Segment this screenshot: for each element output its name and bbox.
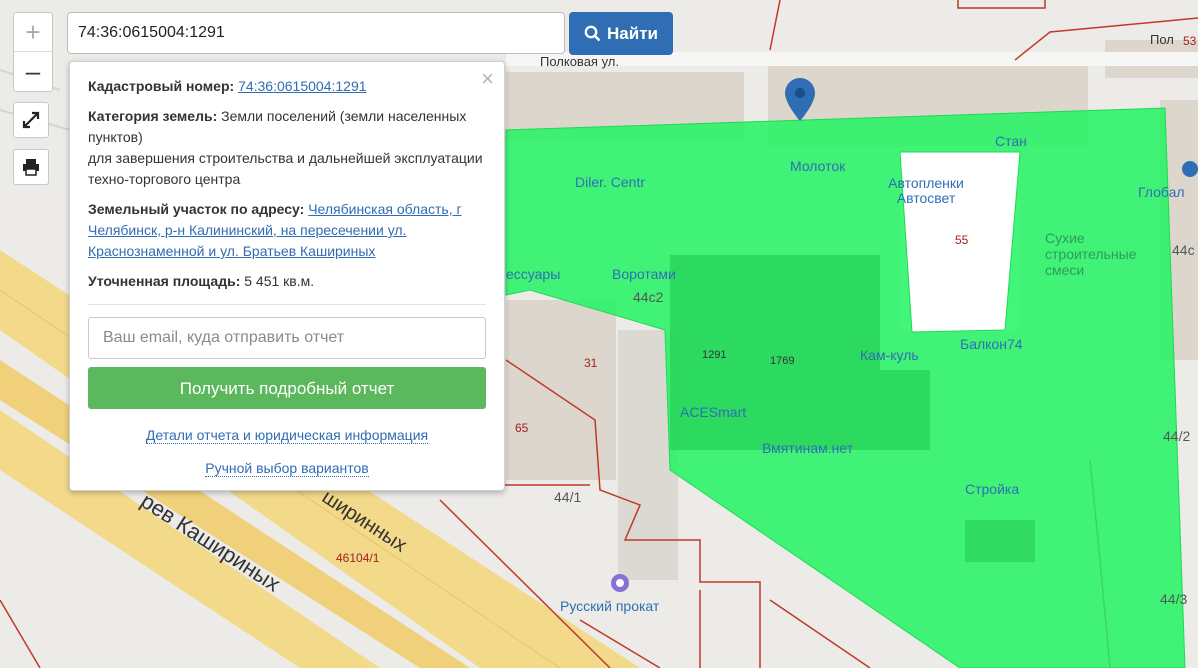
category-label: Категория земель: [88, 108, 218, 124]
poi-label[interactable]: ACESmart [680, 404, 746, 420]
cadastral-number-label: 1769 [770, 355, 795, 367]
get-report-button[interactable]: Получить подробный отчет [88, 367, 486, 409]
address-label: Земельный участок по адресу: [88, 201, 305, 217]
poi-label[interactable]: Кам-куль [860, 347, 919, 363]
building-number: 31 [584, 356, 598, 370]
building-number: 65 [515, 421, 529, 435]
building-number: 44/1 [554, 489, 582, 505]
poi-label[interactable]: Молоток [790, 158, 845, 174]
expand-icon [22, 111, 40, 129]
cadastral-label: Кадастровый номер: [88, 78, 235, 94]
address-row: Земельный участок по адресу: Челябинская… [88, 199, 486, 262]
manual-select-link[interactable]: Ручной выбор вариантов [205, 460, 369, 477]
search-icon [584, 25, 601, 42]
street-label: Пол [1150, 32, 1174, 47]
area-value: 5 451 кв.м. [244, 273, 315, 289]
poi-label[interactable]: Стан [995, 133, 1027, 149]
poi-label[interactable]: Русский прокат [560, 598, 659, 614]
search-button-label: Найти [607, 23, 658, 43]
category-usage: для завершения строительства и дальнейше… [88, 150, 483, 187]
search-button[interactable]: Найти [569, 12, 673, 55]
zoom-in-button[interactable]: + [14, 13, 52, 52]
poi-label[interactable]: Вмятинам.нет [762, 440, 853, 456]
building-number: 44/2 [1163, 428, 1191, 444]
poi-label[interactable]: Diler. Centr [575, 174, 645, 190]
poi-label[interactable]: Автопленки Автосвет [880, 176, 972, 206]
divider [88, 304, 486, 305]
building-number: 44/3 [1160, 591, 1188, 607]
close-icon[interactable]: × [481, 68, 494, 90]
cadastral-row: Кадастровый номер: 74:36:0615004:1291 [88, 76, 486, 97]
area-label: Уточненная площадь: [88, 273, 241, 289]
cadastral-link[interactable]: 74:36:0615004:1291 [238, 78, 366, 94]
cadastral-number-label: 1291 [702, 349, 727, 361]
print-button[interactable] [13, 149, 49, 185]
poi-label[interactable]: Стройка [965, 481, 1019, 497]
cadastral-number-label: 53 [1183, 34, 1197, 48]
poi-label[interactable]: Воротами [612, 266, 676, 282]
poi-label[interactable]: ессуары [506, 266, 560, 282]
zoom-out-button[interactable]: – [14, 52, 52, 90]
email-field[interactable] [88, 317, 486, 359]
details-link[interactable]: Детали отчета и юридическая информация [145, 427, 429, 444]
poi-label[interactable]: Балкон74 [960, 336, 1023, 352]
street-label: Полковая ул. [540, 54, 619, 69]
cadastral-number-label: 46104/1 [336, 551, 380, 565]
building-number: 55 [955, 233, 969, 247]
poi-label[interactable]: Сухие строительные смеси [1045, 230, 1155, 278]
search-input[interactable] [67, 12, 565, 54]
building-number: 44с [1172, 242, 1195, 258]
fullscreen-button[interactable] [13, 102, 49, 138]
zoom-control: + – [13, 12, 53, 92]
details-link-row: Детали отчета и юридическая информация [88, 425, 486, 446]
printer-icon [23, 159, 39, 176]
category-row: Категория земель: Земли поселений (земли… [88, 106, 486, 190]
area-row: Уточненная площадь: 5 451 кв.м. [88, 271, 486, 292]
poi-label[interactable]: Глобал [1138, 184, 1185, 200]
manual-link-row: Ручной выбор вариантов [88, 458, 486, 479]
parcel-info-popup: × Кадастровый номер: 74:36:0615004:1291 … [69, 61, 505, 491]
building-number: 44с2 [633, 289, 664, 305]
